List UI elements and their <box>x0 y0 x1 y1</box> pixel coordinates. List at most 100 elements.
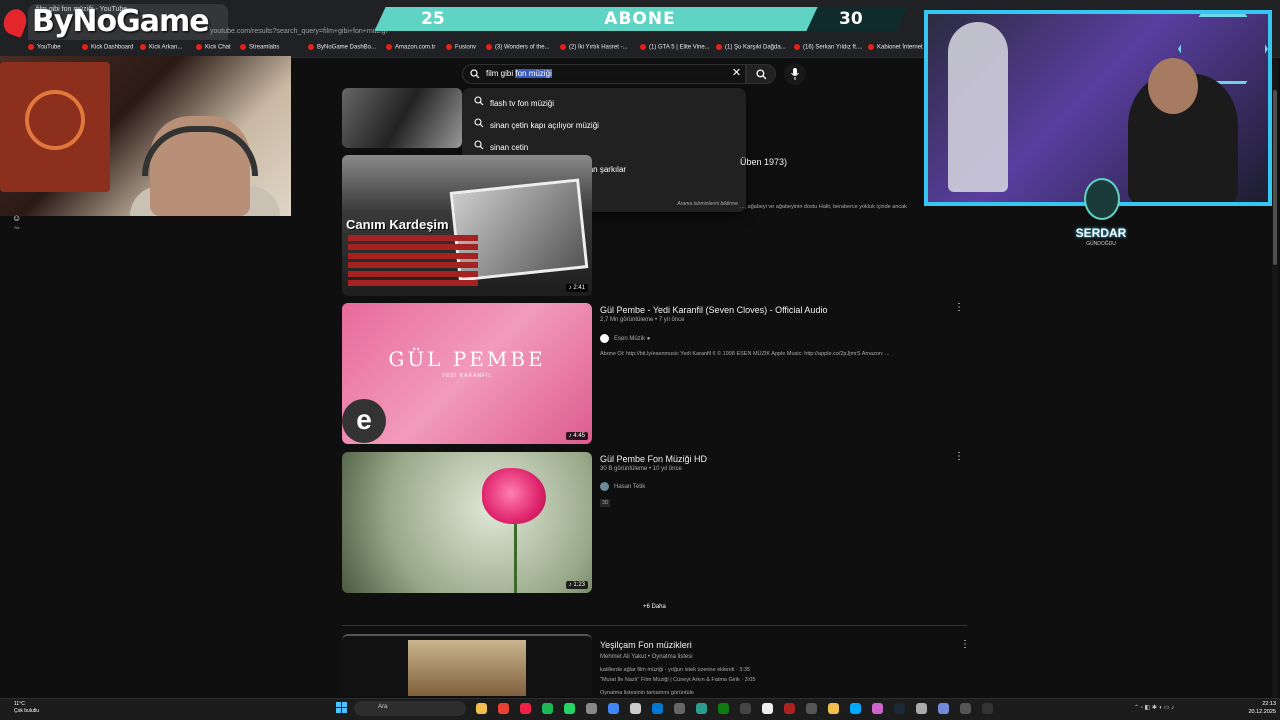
folder-icon[interactable] <box>476 703 487 714</box>
user-icon[interactable]: ☺ <box>12 213 24 225</box>
search-icon <box>756 69 767 80</box>
more-options-icon[interactable]: ⋮ <box>954 303 964 313</box>
video-description: ..., ağabeyi ve ağabeyinin dostu Halit, … <box>740 204 907 210</box>
bynogame-logo: ByNoGame <box>0 4 210 39</box>
app-icon[interactable] <box>674 703 685 714</box>
search-button[interactable] <box>746 64 776 84</box>
bookmark-favicon-icon <box>28 44 34 50</box>
video-title[interactable]: Gül Pembe Fon Müziği HD <box>600 454 707 464</box>
app-icon[interactable] <box>982 703 993 714</box>
bookmark-favicon-icon <box>196 44 202 50</box>
bookmark-item[interactable]: (3) Wonders of the... <box>486 44 550 51</box>
video-title[interactable]: Gül Pembe - Yedi Karanfil (Seven Cloves)… <box>600 305 827 315</box>
folder-icon[interactable] <box>828 703 839 714</box>
taskbar-search[interactable]: Ara <box>354 701 466 716</box>
verified-icon: ● <box>646 336 651 343</box>
search-query[interactable]: film gibi fon müziği <box>486 69 552 78</box>
search-icon <box>470 69 480 79</box>
bookmark-favicon-icon <box>82 44 88 50</box>
video-thumbnail[interactable]: GÜL PEMBE YEDİ KARANFİL e ♪ 4:45 <box>342 303 592 444</box>
channel-link[interactable]: Esen Müzik ● <box>600 334 650 343</box>
bookmark-item[interactable]: YouTube <box>28 44 61 51</box>
weather-widget[interactable]: 11°C Çok bulutlu <box>14 701 39 715</box>
more-options-icon[interactable]: ⋮ <box>954 452 964 462</box>
webcam-right <box>924 10 1272 206</box>
bookmark-favicon-icon <box>716 44 722 50</box>
bookmark-item[interactable]: ByNoGame DashBo... <box>308 44 376 51</box>
whatsapp-icon[interactable] <box>564 703 575 714</box>
bookmark-favicon-icon <box>240 44 246 50</box>
video-badge-3d: 3D <box>600 499 611 507</box>
bookmark-favicon-icon <box>140 44 146 50</box>
bookmark-item[interactable]: Kick Chat <box>196 44 231 51</box>
app-icon[interactable] <box>586 703 597 714</box>
app-icon[interactable] <box>630 703 641 714</box>
video-title-fragment[interactable]: Üben 1973) <box>740 157 787 167</box>
chrome-icon[interactable] <box>498 703 509 714</box>
channel-link[interactable]: Hasan Tetik <box>600 482 645 491</box>
file-icon[interactable] <box>762 703 773 714</box>
app-icon[interactable] <box>784 703 795 714</box>
app-icon[interactable] <box>696 703 707 714</box>
app-icon[interactable] <box>938 703 949 714</box>
section-divider <box>342 625 967 626</box>
voice-search-button[interactable] <box>784 63 806 85</box>
playlist-thumbnail[interactable] <box>342 634 592 696</box>
scrollbar-thumb[interactable] <box>1273 90 1277 265</box>
bookmark-favicon-icon <box>560 44 566 50</box>
bookmark-item[interactable]: Streamlabs <box>240 44 279 51</box>
bookmark-favicon-icon <box>486 44 492 50</box>
clear-search-button[interactable]: ✕ <box>731 68 742 79</box>
bookmark-item[interactable]: (1) Şu Karşıki Dağda... <box>716 44 786 51</box>
more-options-icon[interactable]: ⋮ <box>960 640 970 650</box>
app-icon[interactable] <box>806 703 817 714</box>
xbox-icon[interactable] <box>718 703 729 714</box>
video-duration: ♪ 1:23 <box>565 581 588 589</box>
app-icon[interactable] <box>872 703 883 714</box>
system-tray[interactable]: ⌃ ▫ ◧ ✱ ◖ ▭ ♪ <box>1134 704 1174 711</box>
bookmark-item[interactable]: Kabionet İnternet <box>868 44 923 51</box>
bookmark-favicon-icon <box>446 44 452 50</box>
bookmark-item[interactable]: (2) İki Yırtık Hasret -... <box>560 44 628 51</box>
app-icon[interactable] <box>960 703 971 714</box>
bookmark-item[interactable]: (16) Serkan Yıldız ft.... <box>794 44 863 51</box>
bookmark-favicon-icon <box>868 44 874 50</box>
bookmark-item[interactable]: Kick Arkan... <box>140 44 182 51</box>
mail-icon[interactable] <box>652 703 663 714</box>
app-icon[interactable] <box>740 703 751 714</box>
video-duration: ♪ 2:41 <box>565 284 588 292</box>
playlist-title[interactable]: Yeşilçam Fon müzikleri <box>600 640 692 650</box>
media-icon[interactable] <box>520 703 531 714</box>
video-thumbnail[interactable] <box>342 88 462 148</box>
search-suggestion[interactable]: flash tv fon müziği <box>474 96 554 110</box>
search-query-selection: fon müziği <box>515 69 552 78</box>
bookmark-item[interactable]: Amazon.com.tr <box>386 44 435 51</box>
video-thumbnail[interactable]: Canım Kardeşim ♪ 2:41 <box>342 155 592 296</box>
video-duration: ♪ 4:45 <box>565 432 588 440</box>
playlist-item[interactable]: "Murat İle Nazlı" Film Müziği | Cüneyt A… <box>600 677 755 683</box>
show-more-button[interactable]: +6 Daha <box>643 604 666 610</box>
clock[interactable]: 22:13 20.12.2025 <box>1240 700 1276 716</box>
app-icon[interactable] <box>850 703 861 714</box>
chrome-icon[interactable] <box>608 703 619 714</box>
start-button[interactable] <box>336 702 348 714</box>
thumbnail-caption: Canım Kardeşim <box>346 217 449 232</box>
spotify-icon[interactable] <box>542 703 553 714</box>
search-suggestion[interactable]: sinan cetin <box>474 140 528 154</box>
avatar <box>600 334 609 343</box>
playlist-meta: Mehmet Ali Yakut • Oynatma listesi <box>600 654 693 660</box>
playlist-item[interactable]: katillerde ağlar film müziği - yoğun ist… <box>600 667 750 673</box>
microphone-icon <box>791 68 799 80</box>
search-suggestion[interactable]: sinan çetin kapı açılıyor müziği <box>474 118 599 132</box>
bookmark-favicon-icon <box>308 44 314 50</box>
app-icon[interactable] <box>916 703 927 714</box>
bookmark-item[interactable]: Fusionv <box>446 44 476 51</box>
video-description: Abone Ol: http://bit.ly/esenmusic Yedi K… <box>600 351 890 357</box>
bookmark-item[interactable]: (1) GTA 5 | Elite Vine... <box>640 44 710 51</box>
video-meta: 30 B görüntüleme • 10 yıl önce <box>600 466 682 472</box>
bookmark-favicon-icon <box>794 44 800 50</box>
video-thumbnail[interactable]: ♪ 1:23 <box>342 452 592 593</box>
bookmark-item[interactable]: Kick Dashboard <box>82 44 133 51</box>
steam-icon[interactable] <box>894 703 905 714</box>
view-full-playlist-link[interactable]: Oynatma listesinin tamamını görüntüle <box>600 690 694 696</box>
